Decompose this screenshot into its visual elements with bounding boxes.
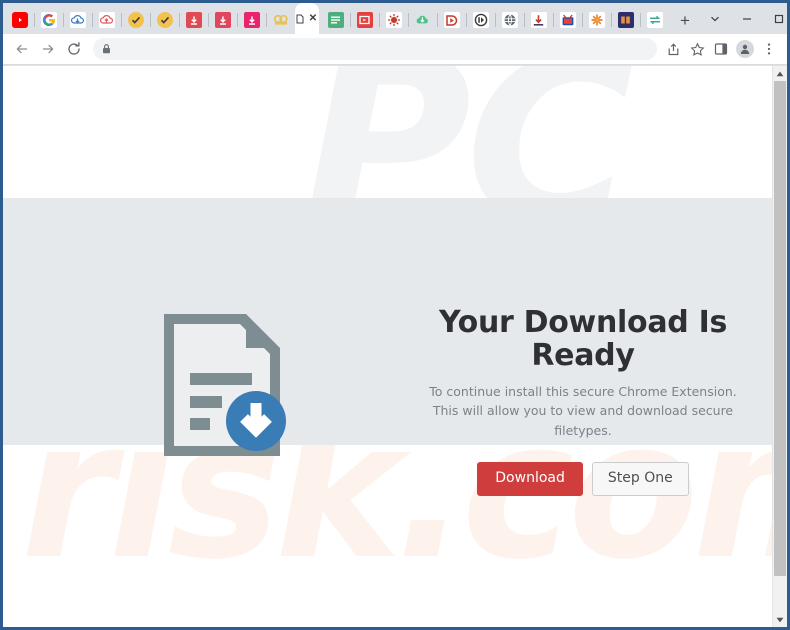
hero-band: Your Download Is Ready To continue insta… bbox=[3, 198, 772, 496]
page-title: Your Download Is Ready bbox=[438, 305, 728, 373]
forward-button[interactable] bbox=[35, 36, 61, 62]
sync-icon bbox=[646, 12, 663, 28]
tab-tv-blue[interactable] bbox=[553, 6, 582, 34]
close-icon[interactable]: ✕ bbox=[307, 13, 319, 25]
pinned-tabs-group bbox=[3, 3, 295, 34]
cloud-arrow-icon bbox=[415, 12, 431, 28]
hero-copy: Your Download Is Ready To continue insta… bbox=[403, 306, 763, 496]
document-download-icon bbox=[158, 310, 298, 460]
hero-subline-2: This will allow you to view and download… bbox=[432, 403, 734, 438]
tab-strip: ✕ + bbox=[3, 3, 787, 34]
reload-button[interactable] bbox=[61, 36, 87, 62]
tab-disc-dark[interactable] bbox=[466, 6, 495, 34]
google-g-icon bbox=[40, 12, 57, 28]
hero-subline-1: To continue install this secure Chrome E… bbox=[429, 384, 737, 399]
scroll-down-arrow[interactable] bbox=[773, 612, 787, 627]
download-button[interactable]: Download bbox=[477, 462, 583, 496]
disc-icon bbox=[472, 12, 489, 28]
page-scrollbar[interactable] bbox=[772, 66, 787, 627]
step-one-button[interactable]: Step One bbox=[591, 462, 689, 496]
tab-cloud-blue[interactable] bbox=[63, 6, 92, 34]
download-box-icon bbox=[214, 12, 231, 28]
tab-google[interactable] bbox=[34, 6, 63, 34]
bookmark-button[interactable] bbox=[685, 37, 709, 61]
cloud-upload-icon bbox=[98, 12, 115, 28]
check-badge-icon bbox=[156, 12, 173, 28]
address-bar[interactable] bbox=[93, 38, 657, 60]
tab-search-button[interactable] bbox=[699, 6, 731, 32]
profile-button[interactable] bbox=[733, 37, 757, 61]
browser-window: ✕ + PC risk. Your Download Is Ready To c… bbox=[0, 0, 790, 630]
download-box-icon bbox=[185, 12, 202, 28]
video-play-icon bbox=[356, 12, 373, 28]
media-player-icon bbox=[617, 12, 634, 28]
tab-spark-orange[interactable] bbox=[582, 6, 611, 34]
video-camera-icon bbox=[273, 12, 289, 28]
tab-active[interactable]: ✕ bbox=[295, 3, 319, 34]
menu-button[interactable] bbox=[757, 37, 781, 61]
maximize-button[interactable] bbox=[763, 6, 790, 32]
tab-sync-teal[interactable] bbox=[640, 6, 669, 34]
tab-video-red[interactable] bbox=[350, 6, 379, 34]
trailing-tabs-group: + bbox=[319, 3, 699, 34]
side-panel-button[interactable] bbox=[709, 37, 733, 61]
tv-icon bbox=[559, 12, 576, 28]
burst-icon bbox=[385, 12, 402, 28]
tab-cloud-red[interactable] bbox=[92, 6, 121, 34]
new-tab-button[interactable]: + bbox=[671, 6, 699, 34]
page-icon bbox=[295, 13, 305, 25]
page-viewport: PC risk.com bbox=[3, 66, 787, 627]
avatar-icon bbox=[736, 40, 754, 58]
globe-icon bbox=[501, 12, 518, 28]
tab-youtube[interactable] bbox=[5, 6, 34, 34]
tab-download-red-2[interactable] bbox=[208, 6, 237, 34]
browser-toolbar bbox=[3, 34, 787, 65]
padlock-icon bbox=[101, 43, 112, 55]
web-page: PC risk.com bbox=[3, 66, 772, 627]
tab-play-red[interactable] bbox=[437, 6, 466, 34]
scrollbar-thumb[interactable] bbox=[774, 81, 786, 576]
share-button[interactable] bbox=[661, 37, 685, 61]
tab-check-gold-1[interactable] bbox=[121, 6, 150, 34]
youtube-icon bbox=[11, 12, 28, 28]
tab-check-gold-2[interactable] bbox=[150, 6, 179, 34]
list-lines-icon bbox=[327, 12, 344, 28]
download-box-icon bbox=[243, 12, 260, 28]
window-controls bbox=[699, 3, 790, 34]
tab-player-navy[interactable] bbox=[611, 6, 640, 34]
minimize-button[interactable] bbox=[731, 6, 763, 32]
spark-icon bbox=[588, 12, 605, 28]
cloud-download-icon bbox=[69, 12, 86, 28]
hero-button-row: Download Step One bbox=[403, 462, 763, 496]
tab-download-pink[interactable] bbox=[237, 6, 266, 34]
play-shield-icon bbox=[443, 12, 460, 28]
download-arrow-icon bbox=[530, 12, 547, 28]
tab-notes-green[interactable] bbox=[321, 6, 350, 34]
tab-download-red-1[interactable] bbox=[179, 6, 208, 34]
tab-download-arrow[interactable] bbox=[524, 6, 553, 34]
tab-burst-red[interactable] bbox=[379, 6, 408, 34]
scroll-up-arrow[interactable] bbox=[773, 66, 787, 81]
tab-globe-grey[interactable] bbox=[495, 6, 524, 34]
back-button[interactable] bbox=[9, 36, 35, 62]
tab-cloud-green[interactable] bbox=[408, 6, 437, 34]
check-badge-icon bbox=[127, 12, 144, 28]
tab-projector[interactable] bbox=[266, 6, 295, 34]
